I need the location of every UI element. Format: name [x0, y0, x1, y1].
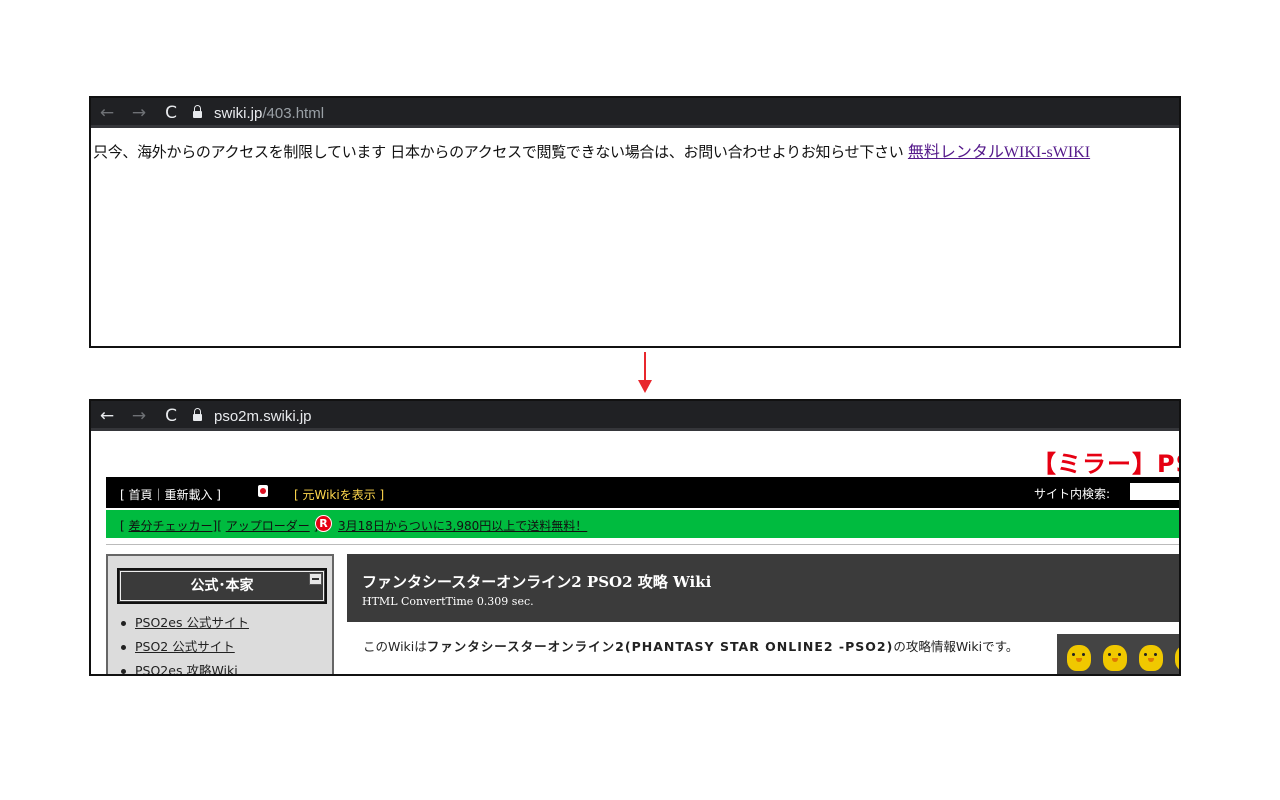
- screenshot-403: ← → C swiki.jp/403.html 只今、海外からのアクセスを制限し…: [89, 96, 1181, 348]
- down-arrow-icon: [638, 352, 652, 394]
- promo-link[interactable]: 3月18日からついに3,980円以上で送料無料！: [338, 517, 587, 534]
- browser-toolbar: ← → C swiki.jp/403.html: [91, 98, 1179, 128]
- uploader-link[interactable]: アップローダー: [226, 519, 310, 533]
- sidebar-item-pso2es-wiki: PSO2es 攻略Wiki: [118, 662, 249, 674]
- top-nav-bar: [ 首頁｜重新載入 ] [ 元Wikiを表示 ] サイト内検索:: [106, 477, 1179, 508]
- message-text: 只今、海外からのアクセスを制限しています 日本からのアクセスで閲覧できない場合は…: [93, 143, 904, 161]
- home-reload-link[interactable]: [ 首頁｜重新載入 ]: [120, 486, 221, 503]
- sidebar-item-pso2-official: PSO2 公式サイト: [118, 638, 249, 662]
- address-bar[interactable]: pso2m.swiki.jp: [193, 408, 312, 425]
- sidebar-link[interactable]: PSO2 公式サイト: [135, 639, 235, 654]
- original-wiki-link[interactable]: [ 元Wikiを表示 ]: [294, 486, 384, 503]
- back-button[interactable]: ←: [91, 98, 123, 128]
- wiki-page: 【ミラー】PSO [ 首頁｜重新載入 ] [ 元Wikiを表示 ] サイト内検索…: [91, 434, 1179, 674]
- sidebar-link[interactable]: PSO2es 攻略Wiki: [135, 663, 238, 674]
- sidebar: 公式･本家 PSO2es 公式サイト PSO2 公式サイト PSO2es 攻略W…: [106, 554, 334, 674]
- site-title: 【ミラー】PSO: [1032, 450, 1179, 478]
- tool-links: [ 差分チェッカー][ アップローダー ]: [120, 517, 318, 534]
- lock-icon: [193, 408, 202, 421]
- rappy-icon: [1067, 645, 1091, 671]
- intro-post: の攻略情報Wikiです。: [893, 639, 1019, 654]
- forward-button[interactable]: →: [123, 401, 155, 431]
- convert-time: HTML ConvertTime 0.309 sec.: [362, 595, 534, 608]
- site-search-input[interactable]: [1130, 483, 1179, 500]
- arrow-head: [638, 380, 652, 393]
- rappy-icon: [1139, 645, 1163, 671]
- sidebar-list: PSO2es 公式サイト PSO2 公式サイト PSO2es 攻略Wiki: [118, 614, 249, 674]
- page-title: ファンタシースターオンライン2 PSO2 攻略 Wiki: [362, 573, 712, 591]
- arrow-shaft: [644, 352, 646, 382]
- rappy-icon: [1175, 645, 1179, 671]
- content-header: ファンタシースターオンライン2 PSO2 攻略 Wiki HTML Conver…: [347, 554, 1179, 622]
- lock-icon: [193, 105, 202, 118]
- divider: [106, 544, 1179, 545]
- forward-button[interactable]: →: [123, 98, 155, 128]
- reload-button[interactable]: C: [155, 401, 187, 431]
- tool-links-bar: [ 差分チェッカー][ アップローダー ] R 3月18日からついに3,980円…: [106, 510, 1179, 538]
- bracket-open: [: [120, 519, 129, 533]
- url-host: pso2m.swiki.jp: [214, 407, 312, 425]
- url-host: swiki.jp: [214, 104, 263, 122]
- mascot-panel: [1057, 634, 1179, 674]
- swiki-link[interactable]: 無料レンタルWIKI-sWIKI: [908, 144, 1090, 161]
- bracket-between: ][: [212, 519, 226, 533]
- address-bar[interactable]: swiki.jp/403.html: [193, 105, 324, 122]
- browser-toolbar: ← → C pso2m.swiki.jp: [91, 401, 1179, 431]
- back-button[interactable]: ←: [91, 401, 123, 431]
- reload-button[interactable]: C: [155, 98, 187, 128]
- page-icon[interactable]: [258, 485, 268, 497]
- sidebar-link[interactable]: PSO2es 公式サイト: [135, 615, 249, 630]
- sidebar-heading: 公式･本家: [117, 568, 327, 604]
- url-path: /403.html: [262, 104, 325, 122]
- search-label: サイト内検索:: [1034, 487, 1111, 501]
- intro-game-name: ファンタシースターオンライン2(PHANTASY STAR ONLINE2 -P…: [426, 639, 894, 654]
- intro-text: このWikiはファンタシースターオンライン2(PHANTASY STAR ONL…: [363, 636, 1053, 657]
- sidebar-item-pso2es-official: PSO2es 公式サイト: [118, 614, 249, 638]
- screenshot-mirror: ← → C pso2m.swiki.jp 【ミラー】PSO [ 首頁｜重新載入 …: [89, 399, 1181, 676]
- diff-checker-link[interactable]: 差分チェッカー: [129, 519, 213, 533]
- rappy-icon: [1103, 645, 1127, 671]
- intro-pre: このWikiは: [363, 639, 427, 654]
- sidebar-heading-text: 公式･本家: [190, 578, 254, 594]
- access-restriction-message: 只今、海外からのアクセスを制限しています 日本からのアクセスで閲覧できない場合は…: [93, 138, 1169, 162]
- rakuten-icon: R: [315, 515, 332, 532]
- collapse-icon[interactable]: [309, 573, 322, 585]
